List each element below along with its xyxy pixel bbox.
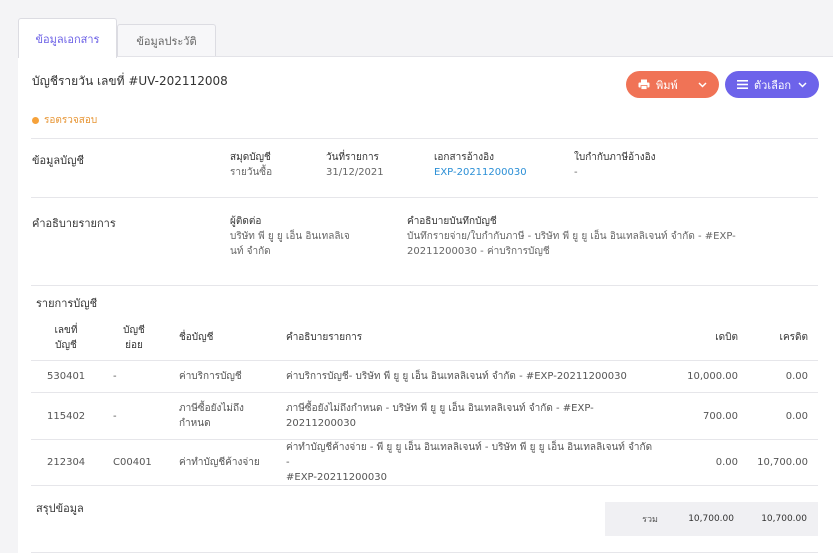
description-heading: คำอธิบายรายการ <box>32 217 116 230</box>
menu-icon <box>737 80 748 89</box>
document-panel: บัญชีรายวัน เลขที่ #UV-202112008 พิมพ์ ต… <box>18 56 833 553</box>
ledger-heading: รายการบัญชี <box>36 297 98 310</box>
contact-field: ผู้ติดต่อ บริษัท พี ยู ยู เอ็น อินเทลลิเ… <box>230 216 350 257</box>
chevron-down-icon <box>798 81 807 88</box>
header-description: คำอธิบายรายการ <box>286 332 363 343</box>
page-title: บัญชีรายวัน เลขที่ #UV-202112008 <box>32 74 228 88</box>
journal-note-field: คำอธิบายบันทึกบัญชี บันทึกรายจ่าย/ใบกำกั… <box>407 216 736 257</box>
reference-document-link[interactable]: EXP-20211200030 <box>434 165 527 180</box>
transaction-date-field: วันที่รายการ 31/12/2021 <box>326 152 384 178</box>
divider <box>31 138 818 139</box>
table-row: 115402 - ภาษีซื้อยังไม่ถึง กำหนด ภาษีซื้อ… <box>31 393 818 440</box>
header-account-name: ชื่อบัญชี <box>179 332 214 343</box>
account-info-heading: ข้อมูลบัญชี <box>32 154 84 167</box>
tab-bar: ข้อมูลเอกสาร ข้อมูลประวัติ <box>18 18 216 58</box>
ledger-table: เลขที่ บัญชี บัญชี ย่อย ชื่อบัญชี คำอธิบาย… <box>31 315 818 486</box>
status-badge: รอตรวจสอบ <box>32 113 97 128</box>
options-button[interactable]: ตัวเลือก <box>725 71 819 98</box>
status-dot <box>32 117 39 124</box>
summary-totals: รวม 10,700.00 10,700.00 <box>605 502 818 536</box>
header-sub-account: บัญชี ย่อย <box>123 324 145 351</box>
summary-heading: สรุปข้อมูล <box>36 502 84 515</box>
chevron-down-icon <box>698 81 707 88</box>
table-header: เลขที่ บัญชี บัญชี ย่อย ชื่อบัญชี คำอธิบาย… <box>31 315 818 361</box>
header-account-no: เลขที่ บัญชี <box>54 324 78 351</box>
print-button-label: พิมพ์ <box>656 78 678 92</box>
reference-document-field: เอกสารอ้างอิง EXP-20211200030 <box>434 152 527 180</box>
print-button[interactable]: พิมพ์ <box>626 71 719 98</box>
table-row: 530401 - ค่าบริการบัญชี ค่าบริการบัญชี- … <box>31 361 818 393</box>
divider <box>31 285 818 286</box>
total-label: รวม <box>642 515 658 525</box>
total-credit: 10,700.00 <box>761 514 807 524</box>
header-credit: เครดิต <box>779 332 808 343</box>
table-row: 212304 C00401 ค่าทำบัญชีค้างจ่าย ค่าทำบั… <box>31 440 818 486</box>
tab-history[interactable]: ข้อมูลประวัติ <box>117 24 216 57</box>
ledger-book-field: สมุดบัญชี รายวันซื้อ <box>230 152 273 178</box>
divider <box>31 197 818 198</box>
status-text: รอตรวจสอบ <box>44 115 98 126</box>
tab-document-info[interactable]: ข้อมูลเอกสาร <box>18 18 117 58</box>
total-debit: 10,700.00 <box>688 514 734 524</box>
printer-icon <box>638 79 650 90</box>
header-debit: เดบิต <box>715 332 738 343</box>
reference-tax-invoice-field: ใบกำกับภาษีอ้างอิง - <box>574 152 656 178</box>
options-button-label: ตัวเลือก <box>754 78 792 92</box>
